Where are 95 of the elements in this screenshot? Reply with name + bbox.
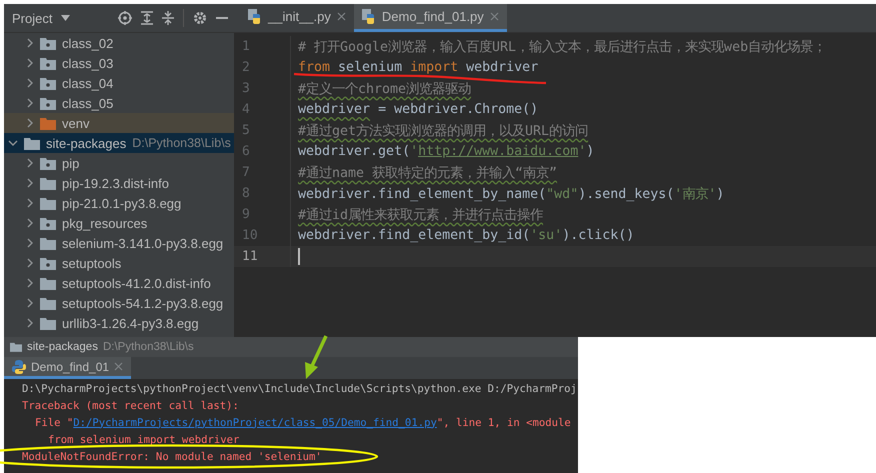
code-line: #通过name 获取特定的元素，并输入“南京” bbox=[297, 164, 558, 182]
folder-label: site-packages bbox=[27, 341, 98, 353]
run-tab[interactable]: Demo_find_01 bbox=[4, 357, 132, 379]
code-line: webdriver = webdriver.Chrome() bbox=[297, 102, 538, 117]
text-cursor bbox=[298, 248, 300, 265]
package-folder-icon bbox=[40, 76, 56, 90]
folder-path: D:\Python38\Lib\s bbox=[132, 136, 231, 150]
code-line: # 打开Google浏览器，输入百度URL，输入文本，最后进行点击，来实现web自动化场景； bbox=[297, 38, 826, 56]
target-icon[interactable] bbox=[118, 11, 132, 25]
folder-icon bbox=[40, 296, 56, 310]
python-file-icon bbox=[248, 9, 262, 24]
line-number: 11 bbox=[241, 249, 259, 264]
line-number: 2 bbox=[241, 60, 251, 75]
line-number: 6 bbox=[241, 144, 251, 159]
console-line: Traceback (most recent call last): bbox=[22, 400, 239, 412]
line-number: 9 bbox=[241, 207, 251, 222]
folder-icon bbox=[40, 236, 56, 250]
line-number: 4 bbox=[241, 102, 251, 117]
tree-item-label[interactable]: setuptools-41.2.0.dist-info bbox=[62, 276, 211, 290]
tree-item-label[interactable]: pip bbox=[62, 156, 80, 170]
code-line: from selenium import webdriver bbox=[297, 60, 538, 75]
chevron-icon[interactable] bbox=[26, 218, 34, 228]
code-line: #通过id属性来获取元素，并进行点击操作 bbox=[297, 206, 544, 224]
file-link[interactable]: D:/PycharmProjects/pythonProject/class_05/Demo_find_01.py bbox=[73, 416, 437, 428]
folder-path: D:\Python38\Lib\s bbox=[102, 341, 194, 353]
folder-icon bbox=[24, 136, 40, 150]
tree-item-label[interactable]: class_02 bbox=[62, 36, 114, 50]
python-file-icon bbox=[362, 9, 376, 24]
folder-icon bbox=[40, 316, 56, 330]
folder-icon bbox=[40, 196, 56, 210]
chevron-icon[interactable] bbox=[26, 158, 34, 168]
chevron-icon[interactable] bbox=[26, 78, 34, 88]
close-icon[interactable] bbox=[336, 12, 346, 21]
code-line: #定义一个chrome浏览器驱动 bbox=[297, 80, 472, 98]
line-number: 5 bbox=[241, 123, 251, 138]
package-folder-icon bbox=[40, 156, 56, 170]
folder-icon bbox=[40, 176, 56, 190]
code-line: webdriver.get('http://www.baidu.com') bbox=[297, 144, 594, 159]
close-icon[interactable] bbox=[114, 362, 124, 371]
line-number: 7 bbox=[241, 165, 251, 180]
tree-item-label[interactable]: pip-21.0.1-py3.8.egg bbox=[62, 196, 182, 210]
line-number: 3 bbox=[241, 81, 251, 96]
folder-icon bbox=[40, 116, 56, 130]
tree-item-label[interactable]: class_04 bbox=[62, 76, 114, 90]
tree-item-label[interactable]: class_05 bbox=[62, 96, 114, 110]
file-tab[interactable]: Demo_find_01.py bbox=[354, 4, 507, 32]
selected-row[interactable]: site-packages D:\Python38\Lib\s bbox=[4, 133, 234, 153]
panel-title[interactable]: Project bbox=[12, 10, 52, 26]
chevron-icon[interactable] bbox=[26, 318, 34, 328]
chevron-icon[interactable] bbox=[26, 198, 34, 208]
collapse-all-icon[interactable] bbox=[162, 11, 174, 25]
chevron-icon[interactable] bbox=[26, 278, 34, 288]
chevron-icon[interactable] bbox=[26, 238, 34, 248]
package-folder-icon bbox=[40, 56, 56, 70]
caret-icon[interactable] bbox=[61, 15, 70, 21]
tree-item-label[interactable]: urllib3-1.26.4-py3.8.egg bbox=[62, 316, 199, 330]
python-icon bbox=[12, 360, 26, 374]
console-line: File "D:/PycharmProjects/pythonProject/class_05/Demo_find_01.py", line 1, in <module bbox=[34, 416, 571, 428]
tree-item-label[interactable]: pip-19.2.3.dist-info bbox=[62, 176, 169, 190]
file-tab[interactable]: __init__.py bbox=[240, 4, 354, 32]
folder-icon bbox=[10, 342, 22, 352]
chevron-icon[interactable] bbox=[26, 38, 34, 48]
tree-item-label[interactable]: pkg_resources bbox=[62, 216, 148, 230]
expand-all-icon[interactable] bbox=[141, 11, 153, 25]
chevron-icon[interactable] bbox=[26, 178, 34, 188]
code-line: webdriver.find_element_by_name("wd").send_keys('南京') bbox=[297, 186, 724, 202]
chevron-icon[interactable] bbox=[26, 58, 34, 68]
tree-item-label[interactable]: setuptools-54.1.2-py3.8.egg bbox=[62, 296, 224, 310]
chevron-icon[interactable] bbox=[26, 118, 34, 128]
code-line: webdriver.find_element_by_id('su').click() bbox=[297, 228, 634, 243]
tree-item-label[interactable]: selenium-3.141.0-py3.8.egg bbox=[62, 236, 224, 250]
excluded-row[interactable]: venv bbox=[4, 113, 234, 133]
chevron-icon[interactable] bbox=[26, 258, 34, 268]
close-icon[interactable] bbox=[490, 12, 499, 21]
package-folder-icon bbox=[40, 216, 56, 230]
tree-item-label[interactable]: class_03 bbox=[62, 56, 114, 70]
line-number: 8 bbox=[241, 186, 251, 201]
line-number: 1 bbox=[241, 39, 251, 54]
package-folder-icon bbox=[40, 36, 56, 50]
chevron-icon[interactable] bbox=[26, 98, 34, 108]
settings-icon[interactable] bbox=[193, 11, 207, 25]
console-line: ModuleNotFoundError: No module named 'selenium' bbox=[22, 450, 322, 462]
console-line: D:\PycharmProjects\pythonProject\venv\Include\Include\Scripts\python.exe D:/PycharmProj bbox=[22, 382, 577, 394]
folder-icon bbox=[40, 276, 56, 290]
code-line: #通过get方法实现浏览器的调用，以及URL的访问 bbox=[297, 122, 588, 140]
package-folder-icon bbox=[40, 96, 56, 110]
package-folder-icon bbox=[40, 256, 56, 270]
tree-item-label[interactable]: setuptools bbox=[62, 256, 122, 270]
arrow-annotation bbox=[305, 335, 328, 379]
chevron-icon[interactable] bbox=[26, 298, 34, 308]
line-number: 10 bbox=[241, 228, 259, 243]
chevron-icon[interactable] bbox=[8, 138, 18, 148]
tree-item-label[interactable]: venv bbox=[62, 116, 90, 130]
console-line: from selenium import webdriver bbox=[47, 434, 240, 446]
tree-item-label[interactable]: site-packages bbox=[46, 136, 126, 150]
